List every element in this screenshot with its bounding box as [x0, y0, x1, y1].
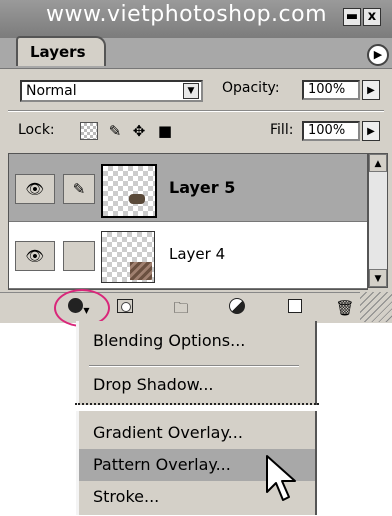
fill-label: Fill:: [270, 122, 294, 138]
brush-icon[interactable]: ✎: [63, 174, 95, 204]
mouse-cursor-icon: [266, 455, 296, 501]
menu-item-gradient-overlay[interactable]: Gradient Overlay...: [79, 417, 315, 449]
menu-item-blending-options[interactable]: Blending Options...: [79, 325, 315, 357]
lock-label: Lock:: [18, 122, 55, 138]
blend-mode-select[interactable]: Normal ▼: [20, 80, 203, 102]
eye-icon[interactable]: 👁: [15, 174, 55, 204]
new-group-icon[interactable]: 🗀: [170, 298, 192, 318]
layers-list: 👁 ✎ Layer 5 👁 Layer 4: [8, 153, 368, 290]
layer-name: Layer 4: [169, 245, 226, 263]
fill-field[interactable]: 100%: [302, 121, 360, 141]
layer-thumbnail: [101, 164, 157, 218]
palette-menu-arrow-icon[interactable]: ▶: [367, 44, 389, 66]
link-slot[interactable]: [63, 241, 95, 271]
chevron-down-icon[interactable]: ▼: [183, 83, 199, 99]
menu-divider: [89, 365, 299, 367]
new-layer-icon[interactable]: [284, 298, 306, 318]
scroll-down-icon[interactable]: ▼: [369, 269, 387, 287]
layer-row[interactable]: 👁 ✎ Layer 5: [9, 154, 367, 222]
layers-scrollbar[interactable]: ▲ ▼: [368, 153, 388, 288]
menu-item-drop-shadow[interactable]: Drop Shadow...: [79, 369, 315, 401]
scroll-up-icon[interactable]: ▲: [369, 154, 387, 172]
close-icon[interactable]: x: [363, 8, 381, 26]
lock-position-icon[interactable]: ✥: [130, 122, 148, 140]
trash-icon[interactable]: 🗑: [334, 298, 356, 318]
eye-icon[interactable]: 👁: [15, 241, 55, 271]
adjustment-layer-icon[interactable]: ▼: [226, 298, 248, 336]
lock-transparency-icon[interactable]: [80, 122, 98, 140]
layers-palette: www.vietphotoshop.com ▬ x Layers ▶ Norma…: [0, 0, 392, 336]
minimize-icon[interactable]: ▬: [343, 8, 361, 26]
blend-mode-value: Normal: [26, 83, 77, 99]
opacity-slider-arrow-icon[interactable]: ▶: [362, 80, 380, 100]
layer-mask-icon[interactable]: [114, 298, 136, 318]
resize-grip[interactable]: [360, 292, 392, 322]
tab-bar: Layers: [0, 36, 392, 69]
layer-thumbnail: [101, 231, 155, 283]
fill-slider-arrow-icon[interactable]: ▶: [362, 121, 380, 141]
lock-all-icon[interactable]: ■: [156, 122, 174, 140]
opacity-field[interactable]: 100%: [302, 80, 360, 100]
tab-layers[interactable]: Layers: [16, 36, 106, 66]
divider: [8, 110, 384, 112]
opacity-label: Opacity:: [222, 80, 280, 96]
menu-cut-gap: [75, 405, 319, 411]
lock-image-icon[interactable]: ✎: [106, 122, 124, 140]
window-titlebar[interactable]: www.vietphotoshop.com ▬ x: [0, 0, 392, 39]
layer-name: Layer 5: [169, 178, 236, 197]
window-title: www.vietphotoshop.com: [46, 2, 328, 27]
menu-cut-line: [75, 403, 319, 405]
layer-row[interactable]: 👁 Layer 4: [9, 221, 367, 289]
